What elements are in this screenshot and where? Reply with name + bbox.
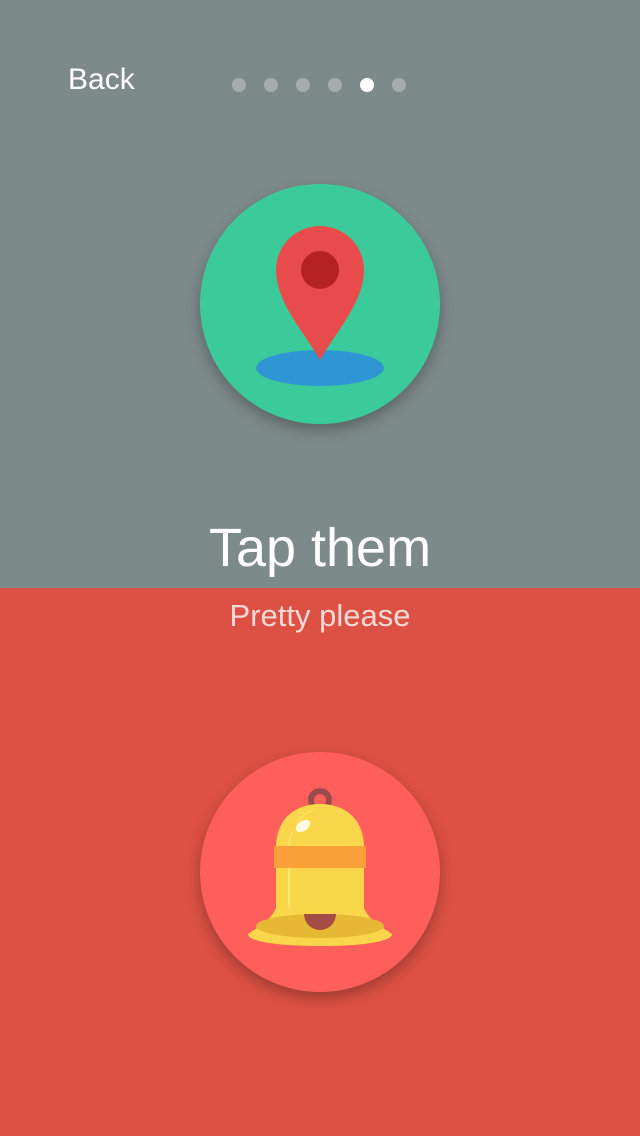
page-dot-6[interactable] <box>392 78 406 92</box>
page-title: Tap them <box>208 518 432 578</box>
page-dot-1[interactable] <box>232 78 246 92</box>
page-indicator <box>232 78 406 94</box>
page-subtitle: Pretty please <box>229 598 411 633</box>
page-dot-3[interactable] <box>296 78 310 92</box>
bell-icon <box>248 788 392 946</box>
page-dot-4[interactable] <box>328 78 342 92</box>
page-dot-2[interactable] <box>264 78 278 92</box>
notification-permission-button[interactable] <box>200 752 440 992</box>
map-pin-icon <box>256 226 384 386</box>
location-permission-button[interactable] <box>200 184 440 424</box>
back-button[interactable]: Back <box>68 60 135 100</box>
page-dot-5-active[interactable] <box>360 78 374 92</box>
